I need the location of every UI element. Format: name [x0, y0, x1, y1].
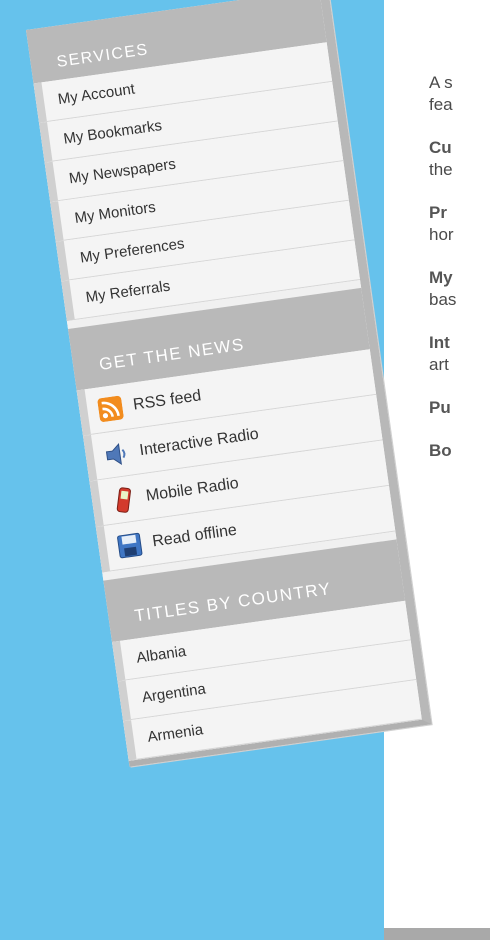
- feature-custom: Cu the: [429, 138, 453, 179]
- interactive-radio-label: Interactive Radio: [138, 425, 260, 459]
- intro-text: A s fea: [429, 73, 453, 114]
- mobile-phone-icon: [109, 485, 138, 514]
- rss-icon: [96, 394, 125, 423]
- article-text: A s fea Cu the Pr hor My bas Int art Pu Bo: [429, 72, 490, 483]
- feature-bo: Bo: [429, 441, 452, 460]
- rss-feed-label: RSS feed: [132, 386, 203, 414]
- feature-pu: Pu: [429, 398, 451, 417]
- feature-pr: Pr hor: [429, 203, 454, 244]
- floppy-disk-icon: [115, 530, 144, 559]
- feature-my: My bas: [429, 268, 457, 309]
- feature-int: Int art: [429, 333, 450, 374]
- read-offline-label: Read offline: [151, 521, 238, 550]
- footer-bar: [384, 928, 490, 940]
- mobile-radio-label: Mobile Radio: [144, 474, 240, 505]
- speaker-icon: [102, 439, 131, 468]
